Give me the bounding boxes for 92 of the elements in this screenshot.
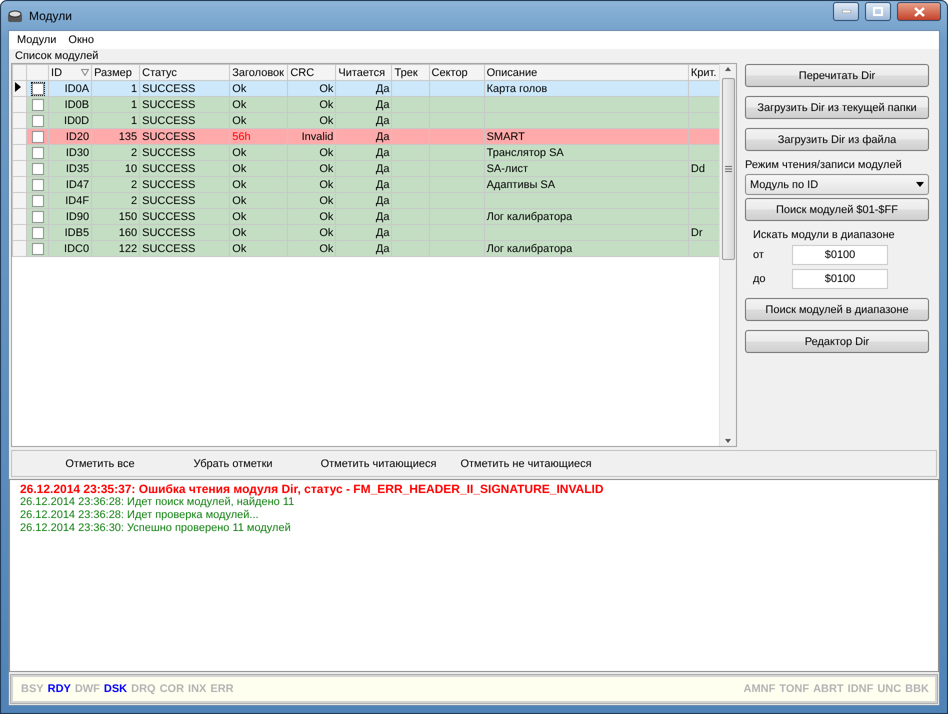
range-input[interactable]: $0100 <box>792 245 888 265</box>
log-line: 26.12.2014 23:36:28: Идет проверка модулей... <box>20 509 260 522</box>
table-row[interactable]: ID4F 2 SUCCESS Ok Ok Да <box>12 192 719 208</box>
log-line: 26.12.2014 23:36:30: Успешно проверено 11 модулей <box>20 522 292 535</box>
row-checkbox[interactable] <box>32 162 44 174</box>
window-title: Модули <box>29 8 73 22</box>
range-field-label: от <box>753 249 765 261</box>
row-checkbox[interactable] <box>32 98 44 110</box>
mode-dropdown[interactable]: Модуль по ID <box>745 174 929 195</box>
table-row[interactable]: ID0A 1 SUCCESS Ok Ok Да Карта голов <box>12 80 719 96</box>
column-header[interactable]: Сектор <box>429 64 484 80</box>
table-cell: Ok <box>288 240 336 256</box>
status-flag-label: COR <box>160 683 184 695</box>
row-checkbox[interactable] <box>32 146 44 158</box>
scan-button[interactable]: Поиск модулей $01-$FF <box>745 198 929 221</box>
mark-button[interactable]: Убрать отметки <box>160 452 306 474</box>
row-checkbox[interactable] <box>32 242 44 254</box>
minimize-button[interactable] <box>833 2 859 21</box>
table-row[interactable]: ID47 2 SUCCESS Ok Ok Да Адаптивы SA <box>12 176 719 192</box>
status-flag-label: DSK <box>104 683 128 695</box>
row-checkbox[interactable] <box>32 210 44 222</box>
menu-item[interactable]: Окно <box>62 34 100 46</box>
row-checkbox[interactable] <box>32 226 44 238</box>
table-cell: Лог калибратора <box>484 240 688 256</box>
column-header[interactable]: Читается <box>336 64 392 80</box>
table-row[interactable]: ID30 2 SUCCESS Ok Ok Да Транслятор SA <box>12 144 719 160</box>
grip-icon <box>724 166 732 172</box>
column-header[interactable]: Описание <box>484 64 688 80</box>
minimize-icon <box>842 10 850 13</box>
status-flag-label: UNC <box>877 683 902 695</box>
table-cell: Да <box>336 240 392 256</box>
status-flag-label: AMNF <box>744 683 776 695</box>
menu-item[interactable]: Модули <box>11 34 62 46</box>
status-flag-label: TONF <box>779 683 810 695</box>
row-checkbox[interactable] <box>32 82 44 94</box>
close-icon <box>914 6 924 16</box>
status-flag-label: ERR <box>210 683 234 695</box>
status-flag-label: ABRT <box>813 683 844 695</box>
maximize-icon <box>873 7 883 16</box>
close-button[interactable] <box>897 2 941 21</box>
table-cell: Ok <box>230 240 288 256</box>
action-button[interactable]: Редактор Dir <box>745 330 929 353</box>
maximize-button[interactable] <box>865 2 891 21</box>
mark-button[interactable]: Отметить читающиеся <box>306 452 451 474</box>
row-checkbox[interactable] <box>32 194 44 206</box>
log-line: 26.12.2014 23:36:28: Идет поиск модулей, найдено 11 <box>20 496 296 509</box>
dropdown-value: Модуль по ID <box>750 178 818 190</box>
column-header[interactable]: Статус <box>140 64 230 80</box>
action-button[interactable]: Перечитать Dir <box>745 64 929 87</box>
group-label: Список модулей <box>14 49 100 63</box>
vertical-scrollbar[interactable] <box>719 64 736 446</box>
row-checkbox[interactable] <box>32 114 44 126</box>
status-flag-label: BBK <box>905 683 929 695</box>
log-line: 26.12.2014 23:35:37: Ошибка чтения модуля Dir, статус - FM_ERR_HEADER_II_SIGNATURE_INVALID <box>20 483 605 496</box>
dropdown-caret-icon <box>916 182 924 187</box>
column-header[interactable]: Заголовок <box>230 64 288 80</box>
sort-icon <box>81 69 90 76</box>
column-label: ID <box>51 66 62 78</box>
table-row[interactable]: ID0D 1 SUCCESS Ok Ok Да <box>12 112 719 128</box>
mark-button[interactable]: Отметить не читающиеся <box>451 452 601 474</box>
action-button[interactable]: Загрузить Dir из текущей папки <box>745 96 929 119</box>
table-cell: IDC0 <box>48 240 92 256</box>
app-icon <box>7 8 23 22</box>
table-cell: SUCCESS <box>140 240 230 256</box>
column-header[interactable]: Трек <box>392 64 430 80</box>
column-header[interactable]: ID <box>48 64 92 80</box>
range-input[interactable]: $0100 <box>792 269 888 289</box>
column-header[interactable]: CRC <box>288 64 336 80</box>
table-row[interactable]: IDC0 122 SUCCESS Ok Ok Да Лог калибратора <box>12 240 719 256</box>
row-checkbox[interactable] <box>32 178 44 190</box>
table-row[interactable]: ID90 150 SUCCESS Ok Ok Да Лог калибратора <box>12 208 719 224</box>
status-flag-label: INX <box>188 683 206 695</box>
mode-label: Режим чтения/записи модулей <box>745 159 903 171</box>
action-button[interactable]: Загрузить Dir из файла <box>745 128 929 151</box>
range-field-label: до <box>753 273 767 285</box>
status-flag-label: IDNF <box>848 683 874 695</box>
action-button[interactable]: Поиск модулей в диапазоне <box>745 298 929 321</box>
table-row[interactable]: ID20 135 SUCCESS 56h Invalid Да SMART <box>12 128 719 144</box>
table-row[interactable]: IDB5 160 SUCCESS Ok Ok Да Dr <box>12 224 719 240</box>
status-flag-label: RDY <box>48 683 71 695</box>
mark-button[interactable]: Отметить все <box>40 452 160 474</box>
range-label: Искать модули в диапазоне <box>752 229 896 241</box>
table-cell: 122 <box>92 240 140 256</box>
status-flag-label: BSY <box>21 683 44 695</box>
column-header[interactable]: Крит. <box>688 64 719 80</box>
table-row[interactable]: ID35 10 SUCCESS Ok Ok Да SA-лист Dd <box>12 160 719 176</box>
current-row-icon <box>13 81 23 93</box>
table-row[interactable]: ID0B 1 SUCCESS Ok Ok Да <box>12 96 719 112</box>
status-flag-label: DRQ <box>131 683 156 695</box>
row-checkbox[interactable] <box>32 130 44 142</box>
status-flag-label: DWF <box>74 683 100 695</box>
column-header[interactable]: Размер <box>92 64 140 80</box>
